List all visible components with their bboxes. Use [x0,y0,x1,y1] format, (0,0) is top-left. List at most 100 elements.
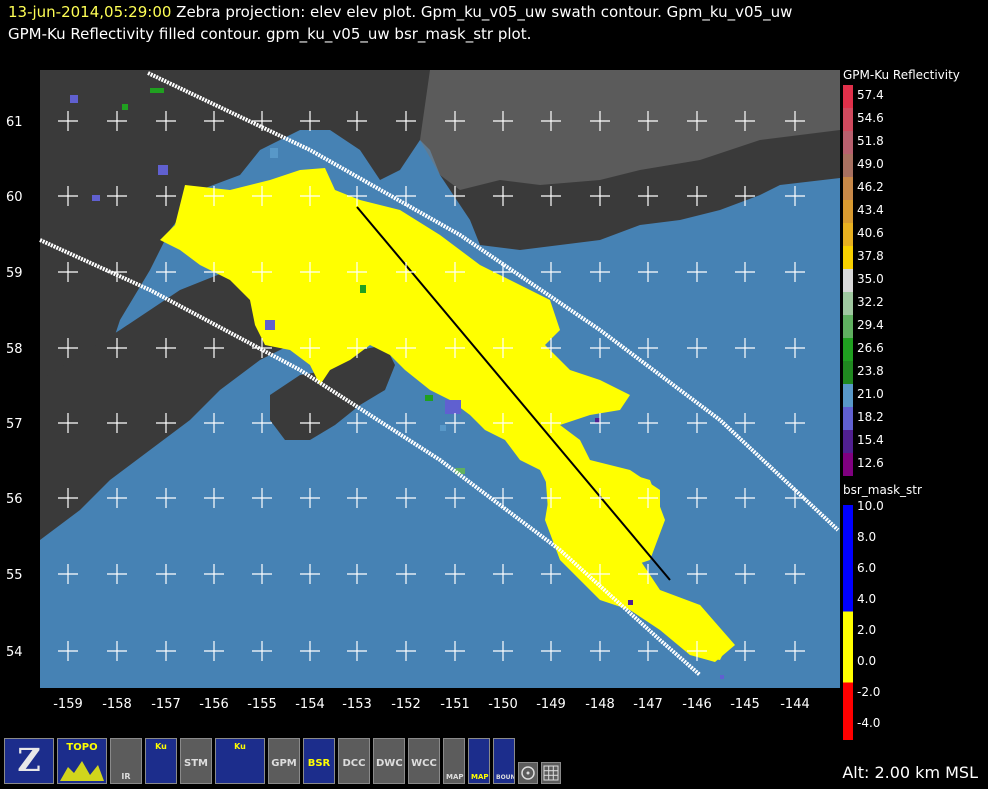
topo-button[interactable]: TOPO [57,738,107,784]
gpm-button[interactable]: GPM [268,738,300,784]
reflectivity-legend-swatch [843,154,853,177]
longitude-label: -144 [780,697,810,712]
longitude-label: -146 [682,697,712,712]
grid-icon [543,765,559,781]
bsr-icon: BSR [307,758,331,769]
mask-legend-swatch [843,718,853,740]
bsr-button[interactable]: BSR [303,738,335,784]
map-plot[interactable]: 6160595857565554 -159 -158 -157 -156 -155 -15… [0,0,988,740]
longitude-label: -155 [247,697,277,712]
reflectivity-legend-value: 12.6 [857,456,884,470]
altitude-readout: Alt: 2.00 km MSL [842,763,978,782]
reflectivity-legend-value: 21.0 [857,387,884,401]
reflectivity-legend-value: 15.4 [857,433,884,447]
latitude-label: 60 [6,190,23,205]
map-icon: MAP [446,773,464,781]
reflectivity-legend-title: GPM-Ku Reflectivity [843,68,960,82]
map-button[interactable]: MAP [443,738,465,784]
longitude-label: -152 [391,697,421,712]
reflectivity-legend-swatch [843,407,853,430]
reflectivity-legend-value: 29.4 [857,318,884,332]
ku-icon: Ku [155,742,167,751]
reflectivity-legend-value: 54.6 [857,111,884,125]
map-overlay-button[interactable]: MAP [468,738,490,784]
latitude-label: 59 [6,266,23,281]
reflectivity-legend-swatch [843,269,853,292]
longitude-labels: -159 -158 -157 -156 -155 -154 -153 -152 -151 -150… [53,697,810,712]
reflectivity-legend-value: 23.8 [857,364,884,378]
reflectivity-legend-swatch [843,338,853,361]
longitude-label: -153 [342,697,372,712]
mask-legend-value: 4.0 [857,592,877,606]
zebra-button[interactable]: Z [4,738,54,784]
reflectivity-legend-swatch [843,246,853,269]
reflectivity-legend-value: 57.4 [857,88,884,102]
dcc-button[interactable]: DCC [338,738,370,784]
ku-button[interactable]: Ku [145,738,177,784]
mask-legend-swatch [843,647,853,683]
topo-graphic-icon [60,761,104,781]
longitude-label: -157 [151,697,181,712]
mask-legend-value: -4.0 [857,716,881,730]
longitude-label: -149 [536,697,566,712]
longitude-label: -159 [53,697,83,712]
mask-legend-swatch [843,540,853,576]
gpm-icon: GPM [271,758,297,769]
latitude-label: 54 [6,645,23,660]
pointer-button[interactable] [518,762,538,784]
wcc-icon: WCC [411,758,437,769]
longitude-label: -150 [488,697,518,712]
mask-legend-title: bsr_mask_str [843,483,922,497]
mask-legend [843,505,853,740]
reflectivity-legend-value: 37.8 [857,249,884,263]
longitude-label: -158 [102,697,132,712]
mask-legend-swatch [843,611,853,647]
topo-icon: TOPO [66,742,98,753]
latitude-labels: 61 60 59 58 57 56 55 54 [6,115,23,660]
longitude-label: -154 [295,697,325,712]
mask-legend-value: 0.0 [857,654,877,668]
reflectivity-legend-value: 49.0 [857,157,884,171]
toolbar: Z TOPO IR Ku STM Ku GPM BSR DCC DWC WCC … [4,738,561,788]
reflectivity-legend-swatch [843,292,853,315]
wcc-button[interactable]: WCC [408,738,440,784]
dwc-icon: DWC [376,758,403,769]
longitude-label: -145 [730,697,760,712]
reflectivity-legend-value: 32.2 [857,295,884,309]
mask-legend-value: 2.0 [857,623,877,637]
reflectivity-legend-value: 35.0 [857,272,884,286]
latitude-label: 61 [6,115,23,130]
longitude-label: -147 [633,697,663,712]
reflectivity-legend-swatch [843,384,853,407]
dwc-button[interactable]: DWC [373,738,405,784]
reflectivity-legend-swatch [843,177,853,200]
reflectivity-legend [843,85,853,476]
target-icon [521,766,535,780]
stm-icon: STM [184,758,208,769]
reflectivity-legend-swatch [843,108,853,131]
ku-v5-button[interactable]: Ku [215,738,265,784]
zebra-logo-icon: Z [17,741,41,779]
longitude-label: -148 [585,697,615,712]
reflectivity-legend-swatch [843,315,853,338]
longitude-label: -156 [199,697,229,712]
reflectivity-legend-value: 51.8 [857,134,884,148]
mask-legend-value: 10.0 [857,499,884,513]
reflectivity-legend-value: 26.6 [857,341,884,355]
ir-button[interactable]: IR [110,738,142,784]
mask-legend-value: 6.0 [857,561,877,575]
latitude-label: 55 [6,568,23,583]
grid-button[interactable] [541,762,561,784]
dcc-icon: DCC [342,758,366,769]
mask-legend-swatch [843,576,853,612]
reflectivity-legend-swatch [843,85,853,108]
reflectivity-legend-swatch [843,131,853,154]
bounds-button[interactable]: BOUNDS [493,738,515,784]
reflectivity-legend-value: 18.2 [857,410,884,424]
reflectivity-legend-swatch [843,200,853,223]
ku-v5-icon: Ku [234,742,246,751]
stm-button[interactable]: STM [180,738,212,784]
reflectivity-legend-swatch [843,223,853,246]
reflectivity-legend-value: 46.2 [857,180,884,194]
mask-legend-swatch [843,682,853,718]
